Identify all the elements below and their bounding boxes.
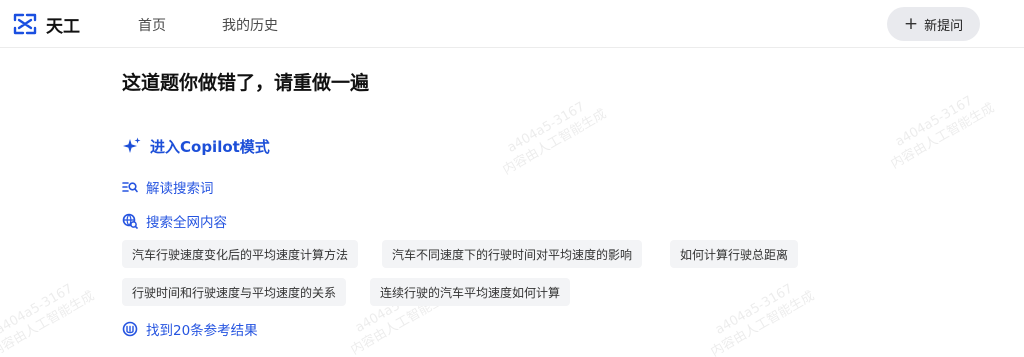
logo[interactable]: 天工 [12, 10, 80, 38]
new-question-label: 新提问 [924, 18, 964, 34]
copilot-mode-label: 进入Copilot模式 [150, 137, 270, 156]
search-list-icon [122, 182, 138, 193]
search-query-chip[interactable]: 连续行驶的汽车平均速度如何计算 [370, 278, 571, 306]
plus-icon: + [903, 13, 919, 34]
search-query-chip[interactable]: 汽车行驶速度变化后的平均速度计算方法 [122, 240, 359, 268]
logo-icon [13, 13, 37, 35]
watermark: a404a5-3167 内容由人工智能生成 [500, 99, 610, 179]
step-interpret-query[interactable]: 解读搜索词 [122, 177, 214, 197]
step-web-search-label: 搜索全网内容 [146, 215, 227, 231]
nav-history[interactable]: 我的历史 [222, 15, 278, 35]
watermark: a404a5-3167 内容由人工智能生成 [0, 281, 98, 357]
watermark: a404a5-3167 内容由人工智能生成 [708, 281, 818, 357]
new-question-button[interactable]: + 新提问 [887, 7, 980, 41]
step-references-label: 找到20条参考结果 [146, 323, 258, 339]
result-icon [122, 321, 138, 337]
step-web-search[interactable]: 搜索全网内容 [122, 211, 227, 231]
search-query-chip[interactable]: 行驶时间和行驶速度与平均速度的关系 [122, 278, 347, 306]
search-query-chip[interactable]: 汽车不同速度下的行驶时间对平均速度的影响 [382, 240, 643, 268]
watermark: a404a5-3167 内容由人工智能生成 [888, 93, 998, 173]
page-title: 这道题你做错了，请重做一遍 [122, 72, 370, 94]
step-interpret-label: 解读搜索词 [146, 181, 214, 197]
logo-text: 天工 [46, 16, 80, 37]
sparkle-icon [123, 137, 141, 153]
copilot-mode-link[interactable]: 进入Copilot模式 [122, 134, 270, 158]
nav-home[interactable]: 首页 [138, 15, 166, 35]
search-query-chip[interactable]: 如何计算行驶总距离 [670, 240, 799, 268]
web-search-icon [122, 213, 138, 229]
step-references-found[interactable]: 找到20条参考结果 [122, 319, 258, 339]
top-bar: 天工 首页 我的历史 + 新提问 [0, 0, 1024, 48]
